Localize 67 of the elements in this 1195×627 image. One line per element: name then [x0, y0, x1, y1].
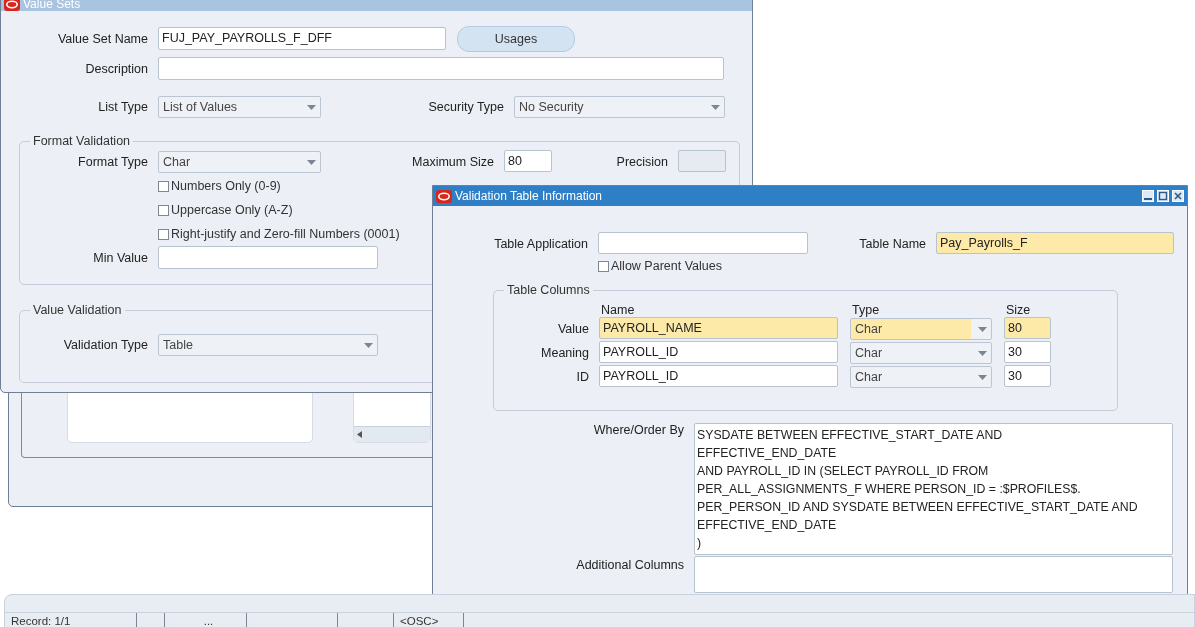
dropdown-arrow-icon[interactable] — [307, 159, 316, 165]
field-label: Security Type — [427, 100, 505, 114]
description-field[interactable] — [158, 57, 724, 80]
status-indicator: ... — [165, 613, 247, 627]
checkbox[interactable]: Right-justify and Zero-fill Numbers (0001) — [158, 222, 400, 246]
column-header: Type — [851, 303, 881, 317]
window-title: Value Sets — [23, 0, 82, 11]
dropdown-arrow-icon[interactable] — [307, 104, 316, 110]
field-label: Format Type — [77, 155, 149, 169]
column-header: Size — [1005, 303, 1032, 317]
field-label: Where/Order By — [592, 423, 685, 437]
field-label: Table Name — [858, 237, 927, 251]
list-type-select[interactable]: List of Values — [158, 96, 321, 118]
column-type-select[interactable]: Char — [850, 366, 992, 388]
field-label: Validation Type — [62, 338, 149, 352]
field-label: ID — [575, 370, 590, 384]
column-type-select[interactable]: Char — [850, 342, 992, 364]
table-application-field[interactable] — [598, 232, 808, 254]
checkbox[interactable]: Allow Parent Values — [598, 254, 722, 278]
column-size-field[interactable]: 30 — [1004, 341, 1051, 363]
column-type-select[interactable]: Char — [850, 318, 992, 340]
maximum-size-field[interactable]: 80 — [504, 150, 552, 172]
dropdown-arrow-icon[interactable] — [978, 374, 987, 380]
field-label: Precision — [615, 155, 669, 169]
app-logo-icon — [4, 0, 20, 11]
column-name-field[interactable]: PAYROLL_ID — [599, 341, 838, 363]
column-size-field[interactable]: 80 — [1004, 317, 1051, 339]
value-set-name-field[interactable]: FUJ_PAY_PAYROLLS_F_DFF — [158, 27, 446, 50]
column-header: Name — [600, 303, 636, 317]
column-size-field[interactable]: 30 — [1004, 365, 1051, 387]
field-label: Min Value — [92, 251, 149, 265]
column-name-field[interactable]: PAYROLL_NAME — [599, 317, 838, 339]
app-logo-icon — [436, 189, 452, 203]
dropdown-arrow-icon[interactable] — [711, 104, 720, 110]
dropdown-arrow-icon[interactable] — [978, 350, 987, 356]
validation-type-select[interactable]: Table — [158, 334, 378, 356]
checkbox[interactable]: Uppercase Only (A-Z) — [158, 198, 293, 222]
field-label: Table Application — [493, 237, 589, 251]
close-icon[interactable] — [1172, 190, 1184, 202]
maximize-icon[interactable] — [1157, 190, 1169, 202]
field-label: Value — [556, 322, 590, 336]
scroll-left-icon[interactable] — [357, 431, 362, 438]
field-label: Description — [84, 62, 149, 76]
group-title: Table Columns — [506, 283, 591, 297]
field-label: Additional Columns — [575, 557, 685, 572]
where-clause-field[interactable]: SYSDATE BETWEEN EFFECTIVE_START_DATE AND EFFECTIVE_END_DATE AND PAYROLL_ID IN (SELECT PAYROLL_ID FROM PER_ALL_ASSIGNMENTS_F WHERE PERSON_ID = :$PROFILES$. PER_PERSON_ID AND SYSDATE BETWEEN EFFECTIVE_START_DATE AND EFFECTIVE_END_DATE ) — [694, 423, 1173, 555]
minimize-icon[interactable] — [1142, 190, 1154, 202]
additional-columns-field[interactable] — [694, 556, 1173, 593]
field-label: List Type — [97, 100, 149, 114]
group-title: Format Validation — [32, 134, 132, 148]
dropdown-arrow-icon[interactable] — [364, 342, 373, 348]
field-label: Value Set Name — [56, 32, 149, 46]
checkbox[interactable]: Numbers Only (0-9) — [158, 174, 281, 198]
table-name-field[interactable]: Pay_Payrolls_F — [936, 232, 1174, 254]
horizontal-scrollbar[interactable] — [354, 426, 430, 442]
dropdown-arrow-icon[interactable] — [978, 326, 987, 332]
field-label: Maximum Size — [411, 155, 495, 169]
record-indicator: Record: 1/1 — [5, 613, 137, 627]
window-title: Validation Table Information — [455, 189, 603, 203]
group-title: Value Validation — [32, 303, 123, 317]
column-name-field[interactable]: PAYROLL_ID — [599, 365, 838, 387]
field-label: Meaning — [540, 346, 590, 360]
mode-indicator: <OSC> — [394, 613, 464, 627]
min-value-field[interactable] — [158, 246, 378, 269]
format-type-select[interactable]: Char — [158, 151, 321, 173]
usages-button[interactable]: Usages — [457, 26, 575, 52]
security-type-select[interactable]: No Security — [514, 96, 725, 118]
